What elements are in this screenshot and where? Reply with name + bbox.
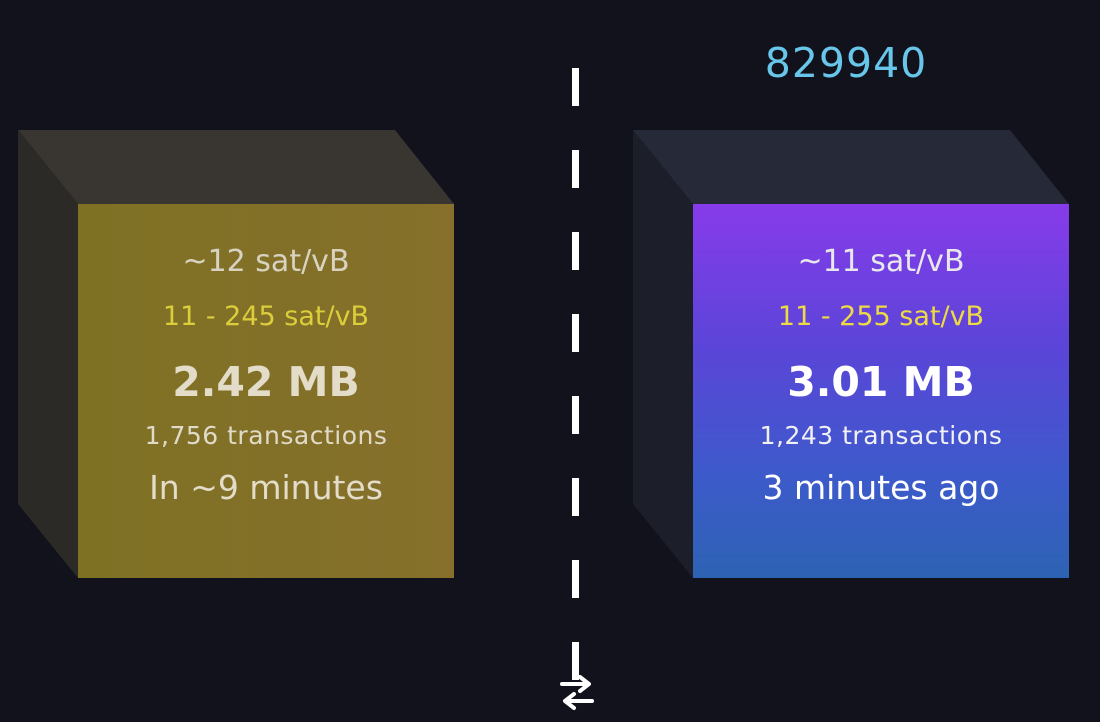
block-front-face: ~11 sat/vB 11 - 255 sat/vB 3.01 MB 1,243… xyxy=(693,204,1069,578)
mempool-blockchain-divider xyxy=(572,68,579,680)
median-fee: ~11 sat/vB xyxy=(797,244,965,279)
block-top-face xyxy=(18,130,454,204)
fee-range: 11 - 245 sat/vB xyxy=(162,301,370,332)
swap-arrows-icon[interactable] xyxy=(553,670,601,718)
mined-block-latest[interactable]: ~11 sat/vB 11 - 255 sat/vB 3.01 MB 1,243… xyxy=(633,130,1069,578)
mempool-block-next[interactable]: ~12 sat/vB 11 - 245 sat/vB 2.42 MB 1,756… xyxy=(18,130,454,578)
divider-dash xyxy=(572,314,579,352)
median-fee: ~12 sat/vB xyxy=(182,244,350,279)
transaction-count: 1,756 transactions xyxy=(144,421,388,450)
block-size: 2.42 MB xyxy=(172,358,360,406)
block-height-link[interactable]: 829940 xyxy=(758,38,934,88)
divider-dash xyxy=(572,396,579,434)
block-front-face: ~12 sat/vB 11 - 245 sat/vB 2.42 MB 1,756… xyxy=(78,204,454,578)
block-side-face xyxy=(18,130,78,578)
block-time: 3 minutes ago xyxy=(762,468,1000,507)
block-side-face xyxy=(633,130,693,578)
divider-dash xyxy=(572,478,579,516)
divider-dash xyxy=(572,68,579,106)
block-time: In ~9 minutes xyxy=(149,468,383,507)
block-size: 3.01 MB xyxy=(787,358,975,406)
divider-dash xyxy=(572,560,579,598)
block-top-face xyxy=(633,130,1069,204)
divider-dash xyxy=(572,232,579,270)
divider-dash xyxy=(572,150,579,188)
fee-range: 11 - 255 sat/vB xyxy=(777,301,985,332)
transaction-count: 1,243 transactions xyxy=(759,421,1003,450)
